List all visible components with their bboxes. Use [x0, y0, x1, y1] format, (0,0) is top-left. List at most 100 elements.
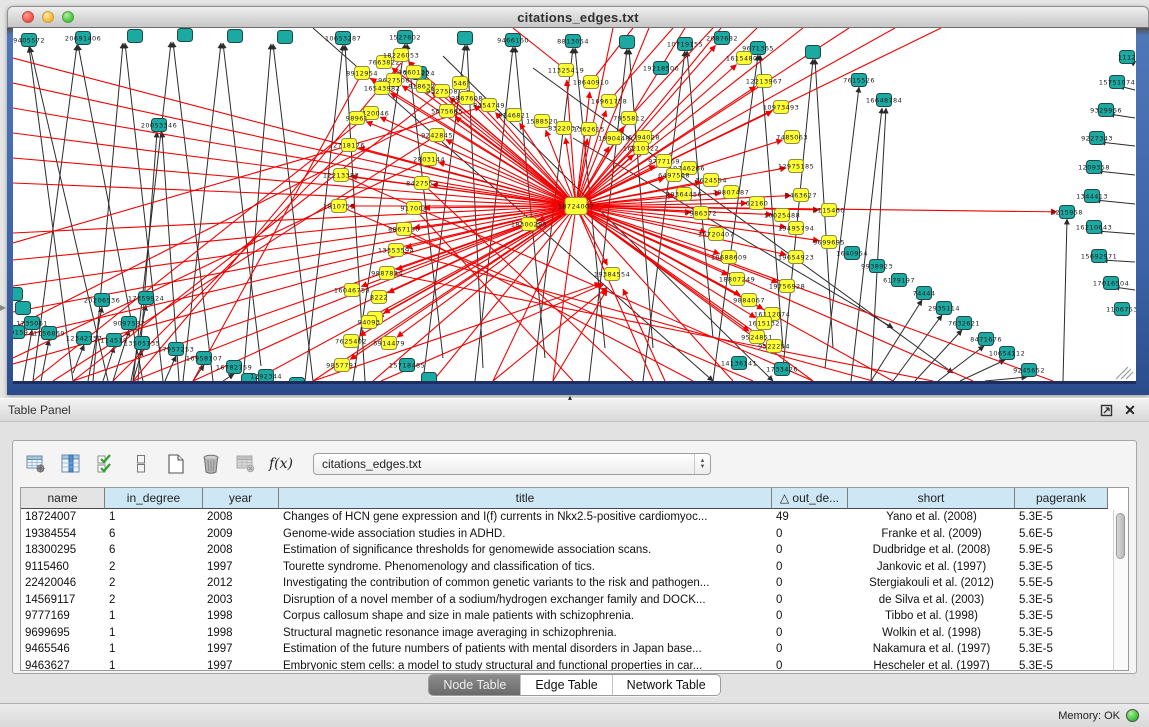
table-panel-header: Table Panel ✕ — [0, 398, 1149, 422]
cell: 18724007 — [21, 509, 105, 526]
tab-network-table[interactable]: Network Table — [612, 675, 720, 695]
svg-text:1640954: 1640954 — [836, 249, 868, 257]
close-panel-icon[interactable]: ✕ — [1121, 401, 1139, 419]
graph-node-teal[interactable] — [16, 302, 31, 315]
table-row[interactable]: 2242004622012Investigating the contribut… — [21, 575, 1128, 592]
svg-text:6497568: 6497568 — [658, 171, 690, 179]
graph-node-teal[interactable] — [178, 29, 193, 42]
svg-text:16961758: 16961758 — [591, 97, 627, 105]
graph-node-teal[interactable] — [290, 378, 305, 382]
svg-text:6794028: 6794028 — [628, 133, 660, 141]
float-panel-icon[interactable] — [1097, 401, 1115, 419]
svg-text:16543982: 16543982 — [364, 84, 400, 92]
minimize-window-button[interactable] — [42, 11, 54, 23]
function-builder-icon[interactable]: f(x) — [268, 451, 294, 477]
svg-text:8454749: 8454749 — [473, 101, 505, 109]
row-check-icon[interactable] — [93, 451, 119, 477]
network-frame: 9405572206914061065328715276029466160881… — [7, 28, 1149, 395]
svg-text:9887834: 9887834 — [371, 269, 403, 277]
table-select-dropdown[interactable]: citations_edges.txt ▲▼ — [313, 453, 711, 475]
column-header-title[interactable]: title — [279, 488, 772, 509]
select-columns-icon[interactable] — [58, 451, 84, 477]
column-header-out-de-[interactable]: △ out_de... — [772, 488, 848, 509]
cell: 2008 — [203, 542, 279, 559]
svg-text:18226053: 18226053 — [383, 51, 419, 59]
splitter-collapse-arrow[interactable]: ▴ — [568, 394, 572, 402]
table-scrollbar-thumb[interactable] — [1116, 513, 1125, 559]
new-document-icon[interactable] — [163, 451, 189, 477]
left-panel-collapse-arrow[interactable]: ▶ — [0, 303, 6, 312]
svg-text:7615526: 7615526 — [843, 76, 875, 84]
svg-text:9466160: 9466160 — [497, 36, 529, 44]
table-row[interactable]: 1456911722003Disruption of a novel membe… — [21, 592, 1128, 609]
table-settings-icon[interactable] — [23, 451, 49, 477]
column-header-year[interactable]: year — [203, 488, 279, 509]
svg-text:10653287: 10653287 — [325, 34, 361, 42]
svg-text:7986372: 7986372 — [685, 209, 717, 217]
graph-node-teal[interactable] — [13, 288, 23, 301]
svg-text:2718176: 2718176 — [333, 141, 365, 149]
network-window-titlebar[interactable]: citations_edges.txt — [7, 6, 1149, 28]
table-row[interactable]: 1938455462009Genome-wide association stu… — [21, 526, 1128, 543]
zoom-window-button[interactable] — [62, 11, 74, 23]
delete-icon[interactable] — [198, 451, 224, 477]
graph-node-teal[interactable] — [458, 32, 473, 45]
graph-node-teal[interactable] — [620, 36, 635, 49]
svg-text:1733426: 1733426 — [766, 365, 798, 373]
cell: 1997 — [203, 641, 279, 658]
table-row[interactable]: 946362711997Embryonic stem cells: a mode… — [21, 658, 1128, 672]
svg-text:13505135: 13505135 — [124, 339, 160, 347]
graph-node-teal[interactable] — [228, 30, 243, 43]
column-header-short[interactable]: short — [848, 488, 1015, 509]
node-table: namein_degreeyeartitle△ out_de...shortpa… — [20, 487, 1129, 671]
svg-text:74444: 74444 — [913, 289, 936, 297]
svg-text:98961: 98961 — [346, 114, 369, 122]
svg-text:19495794: 19495794 — [778, 224, 814, 232]
svg-text:3624554: 3624554 — [695, 176, 727, 184]
cell: 0 — [772, 592, 848, 609]
close-window-button[interactable] — [22, 11, 34, 23]
delete-column-disabled-icon — [233, 451, 259, 477]
svg-text:16648784: 16648784 — [866, 96, 902, 104]
table-row[interactable]: 977716911998Corpus callosum shape and si… — [21, 608, 1128, 625]
table-row[interactable]: 911546021997Tourette syndrome. Phenomeno… — [21, 559, 1128, 576]
cell: Genome-wide association studies in ADHD. — [279, 526, 772, 543]
column-header-pagerank[interactable]: pagerank — [1015, 488, 1108, 509]
cell: Tourette syndrome. Phenomenology and cla… — [279, 559, 772, 576]
graph-node-teal[interactable] — [278, 31, 293, 44]
svg-text:8471676: 8471676 — [970, 335, 1002, 343]
tab-edge-table[interactable]: Edge Table — [520, 675, 611, 695]
svg-text:9245652: 9245652 — [1013, 366, 1045, 374]
svg-text:1362615: 1362615 — [573, 125, 605, 133]
memory-status-icon — [1126, 709, 1139, 722]
table-mode-tabs: Node Table Edge Table Network Table — [428, 674, 720, 696]
cell: 1997 — [203, 658, 279, 672]
cell: 5.3E-5 — [1015, 658, 1108, 672]
svg-text:18640910: 18640910 — [573, 78, 609, 86]
table-scrollbar[interactable] — [1113, 510, 1128, 670]
graph-node-teal[interactable] — [806, 46, 821, 59]
column-icon[interactable] — [128, 451, 154, 477]
column-header-name[interactable]: name — [21, 488, 105, 509]
table-row[interactable]: 1830029562008Estimation of significance … — [21, 542, 1128, 559]
svg-text:10807487: 10807487 — [713, 188, 749, 196]
svg-text:1615132: 1615132 — [748, 319, 780, 327]
svg-text:16154808: 16154808 — [726, 54, 762, 62]
cell: 2 — [105, 575, 203, 592]
svg-text:9938923: 9938923 — [861, 262, 893, 270]
svg-text:1810755: 1810755 — [323, 202, 355, 210]
table-row[interactable]: 1872400712008Changes of HCN gene express… — [21, 509, 1128, 526]
cell: Stergiakouli et al. (2012) — [848, 575, 1015, 592]
svg-text:17957253: 17957253 — [158, 345, 194, 353]
network-canvas[interactable]: 9405572206914061065328715276029466160881… — [13, 28, 1136, 381]
svg-text:19218506: 19218506 — [643, 64, 679, 72]
tab-node-table[interactable]: Node Table — [429, 675, 520, 695]
table-row[interactable]: 946554611997Estimation of the future num… — [21, 641, 1128, 658]
table-panel: Table Panel ✕ — [0, 398, 1149, 727]
graph-node-teal[interactable] — [128, 30, 143, 43]
svg-text:16210722: 16210722 — [623, 144, 659, 152]
table-row[interactable]: 969969511998Structural magnetic resonanc… — [21, 625, 1128, 642]
column-header-in-degree[interactable]: in_degree — [105, 488, 203, 509]
graph-node-teal[interactable] — [422, 373, 437, 382]
status-bar: Memory: OK — [0, 703, 1149, 727]
